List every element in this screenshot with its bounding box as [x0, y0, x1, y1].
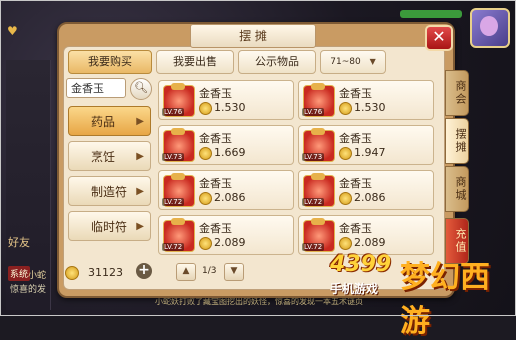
coin-icon: [199, 102, 212, 115]
item-name: 金香玉: [199, 177, 232, 190]
hp-bar: [400, 10, 462, 18]
tab-sell[interactable]: 我要出售: [156, 50, 234, 74]
window-title: 摆 摊: [190, 24, 316, 48]
chevron-right-icon: ▶: [136, 221, 144, 232]
chevron-right-icon: ▶: [136, 151, 144, 162]
item-level: LV.72: [302, 243, 325, 251]
chevron-right-icon: ▶: [136, 186, 144, 197]
category-crafting-talisman[interactable]: 制造符 ▶: [68, 176, 151, 206]
item-price: 2.086: [214, 191, 246, 204]
chat-channel-tag: 系统: [8, 266, 31, 281]
item-name: 金香玉: [339, 222, 372, 235]
category-cooking[interactable]: 烹饪 ▶: [68, 141, 151, 171]
category-label: 药品: [91, 115, 116, 129]
item-level: LV.72: [162, 198, 185, 206]
item-price: 1.669: [214, 146, 246, 159]
chat-line: 小蛇: [28, 271, 47, 281]
item-name: 金香玉: [339, 132, 372, 145]
item-name: 金香玉: [199, 222, 232, 235]
avatar[interactable]: [470, 8, 510, 48]
category-label: 烹饪: [91, 150, 116, 164]
logo-subtitle: 手机游戏: [330, 282, 379, 296]
item-name: 金香玉: [339, 177, 372, 190]
item-price: 2.086: [354, 191, 386, 204]
logo-number: 4399: [330, 252, 392, 277]
tab-buy[interactable]: 我要购买: [68, 50, 152, 74]
chevron-right-icon: ▶: [136, 116, 144, 127]
category-label: 制造符: [91, 185, 128, 199]
coin-icon: [199, 192, 212, 205]
side-tab-mall[interactable]: 商城: [445, 166, 469, 212]
item-price: 2.089: [354, 236, 386, 249]
search-icon[interactable]: 🔍︎: [130, 78, 152, 100]
coin-icon: [199, 237, 212, 250]
item-level: LV.73: [162, 153, 185, 161]
heart-icon[interactable]: ♥: [7, 24, 18, 38]
item-name: 金香玉: [199, 132, 232, 145]
add-coins-button[interactable]: +: [136, 263, 152, 279]
item-card[interactable]: LV.72 金香玉 2.086: [158, 170, 294, 210]
item-card[interactable]: LV.76 金香玉 1.530: [158, 80, 294, 120]
item-level: LV.76: [162, 108, 185, 116]
item-card[interactable]: LV.73 金香玉 1.947: [298, 125, 434, 165]
item-level: LV.76: [302, 108, 325, 116]
coin-icon: [339, 192, 352, 205]
coin-icon: [339, 147, 352, 160]
item-card[interactable]: LV.72 金香玉 2.089: [158, 215, 294, 255]
item-card[interactable]: LV.72 金香玉 2.086: [298, 170, 434, 210]
category-temp-talisman[interactable]: 临时符 ▶: [68, 211, 151, 241]
item-card[interactable]: LV.73 金香玉 1.669: [158, 125, 294, 165]
close-button[interactable]: ✕: [425, 25, 453, 51]
coin-icon: [65, 266, 79, 280]
item-price: 1.530: [354, 101, 386, 114]
tab-public-items[interactable]: 公示物品: [238, 50, 316, 74]
page-down-button[interactable]: ▼: [224, 263, 244, 281]
side-tab-stall[interactable]: 摆摊: [445, 118, 469, 164]
item-price: 1.947: [354, 146, 386, 159]
category-label: 临时符: [91, 220, 128, 234]
item-level: LV.72: [162, 243, 185, 251]
level-filter-dropdown[interactable]: 71~80 ▼: [320, 50, 386, 74]
item-level: LV.72: [302, 198, 325, 206]
search-input[interactable]: 金香玉: [66, 78, 126, 98]
item-card[interactable]: LV.72 金香玉 2.089: [298, 215, 434, 255]
coin-icon: [199, 147, 212, 160]
chat-line: 惊喜的发: [10, 285, 47, 295]
coin-balance: 31123: [88, 266, 123, 279]
friend-button[interactable]: 好友: [8, 234, 30, 250]
item-price: 2.089: [214, 236, 246, 249]
item-price: 1.530: [214, 101, 246, 114]
level-filter-value: 71~80: [330, 57, 361, 67]
coin-icon: [339, 237, 352, 250]
item-name: 金香玉: [199, 87, 232, 100]
page-up-button[interactable]: ▲: [176, 263, 196, 281]
category-medicine[interactable]: 药品 ▶: [68, 106, 151, 136]
item-level: LV.73: [302, 153, 325, 161]
game-logo: 梦幻西游: [400, 260, 490, 339]
page-indicator: 1/3: [202, 266, 217, 276]
item-name: 金香玉: [339, 87, 372, 100]
item-card[interactable]: LV.76 金香玉 1.530: [298, 80, 434, 120]
chevron-down-icon: ▼: [369, 57, 376, 66]
coin-icon: [339, 102, 352, 115]
side-tab-chamber[interactable]: 商会: [445, 70, 469, 116]
